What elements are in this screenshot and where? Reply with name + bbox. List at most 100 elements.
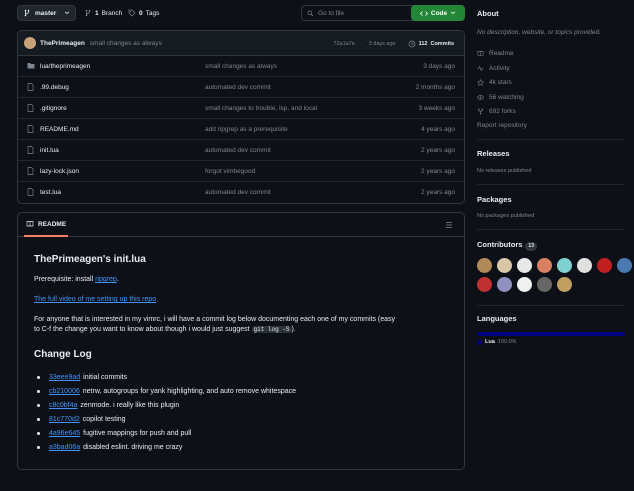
contributor-avatar[interactable] [577, 258, 592, 273]
file-commit-message[interactable]: small changes as always [205, 63, 277, 70]
ripgrep-link[interactable]: ripgrep [95, 276, 117, 283]
file-commit-message[interactable]: small changes to trouble, lsp, and local [205, 105, 317, 112]
changelog-hash-link[interactable]: 81c770d2 [49, 416, 80, 423]
file-row[interactable]: .gitignore small changes to trouble, lsp,… [18, 98, 464, 119]
branch-name: master [35, 9, 57, 17]
changelog-hash-link[interactable]: cb210006 [49, 388, 80, 395]
changelog-title: Change Log [34, 350, 92, 360]
bullet [37, 431, 40, 435]
file-date: 2 years ago [421, 189, 455, 196]
about-title: About [477, 9, 499, 18]
releases-title[interactable]: Releases [477, 149, 510, 158]
tab-readme[interactable]: README [24, 213, 69, 237]
changelog-item: cb210006 netrw, autogroups for yank highl… [34, 384, 296, 398]
pulse-icon [477, 64, 484, 72]
file-name[interactable]: .gitignore [40, 105, 67, 112]
file-icon [27, 188, 34, 196]
report-repository-link[interactable]: Report repository [477, 122, 527, 129]
sidebar-item-fork[interactable]: 692 forks [477, 106, 516, 116]
contributor-avatar[interactable] [537, 277, 552, 292]
language-name: Lua [485, 339, 495, 345]
book-icon [26, 221, 34, 227]
sidebar-item-pulse[interactable]: Activity [477, 63, 510, 73]
file-commit-message[interactable]: automated dev commit [205, 84, 271, 91]
book-icon [477, 50, 484, 56]
file-row[interactable]: init.lua automated dev commit 2 years ago [18, 140, 464, 161]
changelog-hash-link[interactable]: 4a96e645 [49, 430, 80, 437]
list-icon[interactable] [445, 221, 453, 229]
file-date: 3 days ago [423, 62, 455, 70]
file-name[interactable]: test.lua [40, 189, 61, 196]
commit-author[interactable]: ThePrimeagen [40, 40, 85, 47]
repo-toolbar: master 1 Branch 0 Tags Go to file Code [17, 5, 465, 22]
contributor-avatar[interactable] [517, 258, 532, 273]
latest-commit-bar: ThePrimeagen small changes as always 72a… [18, 31, 464, 56]
file-row[interactable]: test.lua automated dev commit 2 years ago [18, 182, 464, 203]
file-row[interactable]: .99.debug automated dev commit 2 months ag… [18, 77, 464, 98]
contributor-avatar[interactable] [477, 258, 492, 273]
branch-selector[interactable]: master [17, 5, 76, 21]
changelog-hash-link[interactable]: 33eee9ad [49, 374, 80, 381]
changelog-hash-link[interactable]: c8c0bf4a [49, 402, 77, 409]
divider [477, 305, 625, 306]
contributor-avatar[interactable] [537, 258, 552, 273]
prereq-text: Prerequisite: install [34, 276, 96, 283]
file-name[interactable]: init.lua [40, 147, 59, 154]
file-commit-message[interactable]: automated dev commit [205, 189, 271, 196]
changelog-item: a3bad06a disabled eslint. driving me craz… [34, 440, 296, 454]
sidebar-item-eye[interactable]: 56 watching [477, 92, 524, 102]
video-link[interactable]: The full video of me setting up this rep… [34, 296, 156, 303]
intro-paragraph: For anyone that is interested in my vimr… [34, 315, 454, 335]
file-date: 4 years ago [421, 125, 455, 133]
file-icon [27, 146, 34, 154]
commit-message[interactable]: small changes as always [90, 40, 162, 47]
branches-link[interactable]: 1 Branch [84, 5, 122, 21]
contributor-avatar[interactable] [517, 277, 532, 292]
branch-icon [24, 9, 30, 17]
sidebar-item-star[interactable]: 4k stars [477, 77, 512, 87]
commits-link[interactable]: 112 Commits [408, 40, 454, 48]
file-commit-message[interactable]: automated dev commit [205, 147, 271, 154]
prereq-end: . [116, 276, 119, 283]
packages-title[interactable]: Packages [477, 195, 512, 204]
contributors-title[interactable]: Contributors 13 [477, 240, 537, 251]
file-name[interactable]: lua/theprimeagen [40, 63, 90, 70]
file-name[interactable]: lazy-lock.json [40, 168, 79, 175]
readme-heading: ThePrimeagen's init.lua [34, 254, 146, 265]
tags-label: Tags [145, 9, 160, 17]
file-name[interactable]: README.md [40, 126, 79, 133]
file-commit-message[interactable]: add ripgrep as a prerequisite [205, 126, 288, 133]
commits-count: 112 [418, 40, 428, 47]
avatar[interactable] [24, 37, 36, 49]
file-name[interactable]: .99.debug [40, 84, 69, 91]
code-button[interactable]: Code [411, 5, 465, 21]
separator-dot: · [360, 40, 363, 47]
contributor-avatar[interactable] [597, 258, 612, 273]
contributor-avatar[interactable] [497, 258, 512, 273]
language-item[interactable]: Lua 100.0% [477, 339, 516, 345]
tags-count: 0 [139, 9, 143, 17]
contributor-avatar[interactable] [497, 277, 512, 292]
file-row[interactable]: lazy-lock.json forgot vimbegood 2 years ag… [18, 161, 464, 182]
chevron-down-icon [451, 11, 456, 15]
file-row[interactable]: README.md add ripgrep as a prerequisite 4 … [18, 119, 464, 140]
file-icon [27, 125, 34, 133]
contributor-avatar[interactable] [617, 258, 632, 273]
commits-label: Commits [430, 40, 454, 47]
contributor-avatar[interactable] [477, 277, 492, 292]
sidebar-item-book[interactable]: Readme [477, 48, 514, 58]
sidebar-item-label: 4k stars [489, 78, 512, 86]
contributor-avatar[interactable] [557, 277, 572, 292]
file-commit-message[interactable]: forgot vimbegood [205, 168, 255, 175]
tags-link[interactable]: 0 Tags [128, 5, 159, 21]
changelog-item: 81c770d2 copilot testing [34, 412, 296, 426]
language-dot [477, 339, 482, 345]
go-to-file-input[interactable]: Go to file [301, 5, 422, 21]
history-icon [408, 40, 415, 47]
contributor-avatar[interactable] [557, 258, 572, 273]
prereq-paragraph: Prerequisite: install ripgrep. [34, 275, 119, 285]
changelog-hash-link[interactable]: a3bad06a [49, 444, 80, 451]
divider [477, 184, 625, 185]
commit-hash[interactable]: 72a1a7e [333, 41, 354, 47]
file-row[interactable]: lua/theprimeagen small changes as always 3… [18, 56, 464, 77]
